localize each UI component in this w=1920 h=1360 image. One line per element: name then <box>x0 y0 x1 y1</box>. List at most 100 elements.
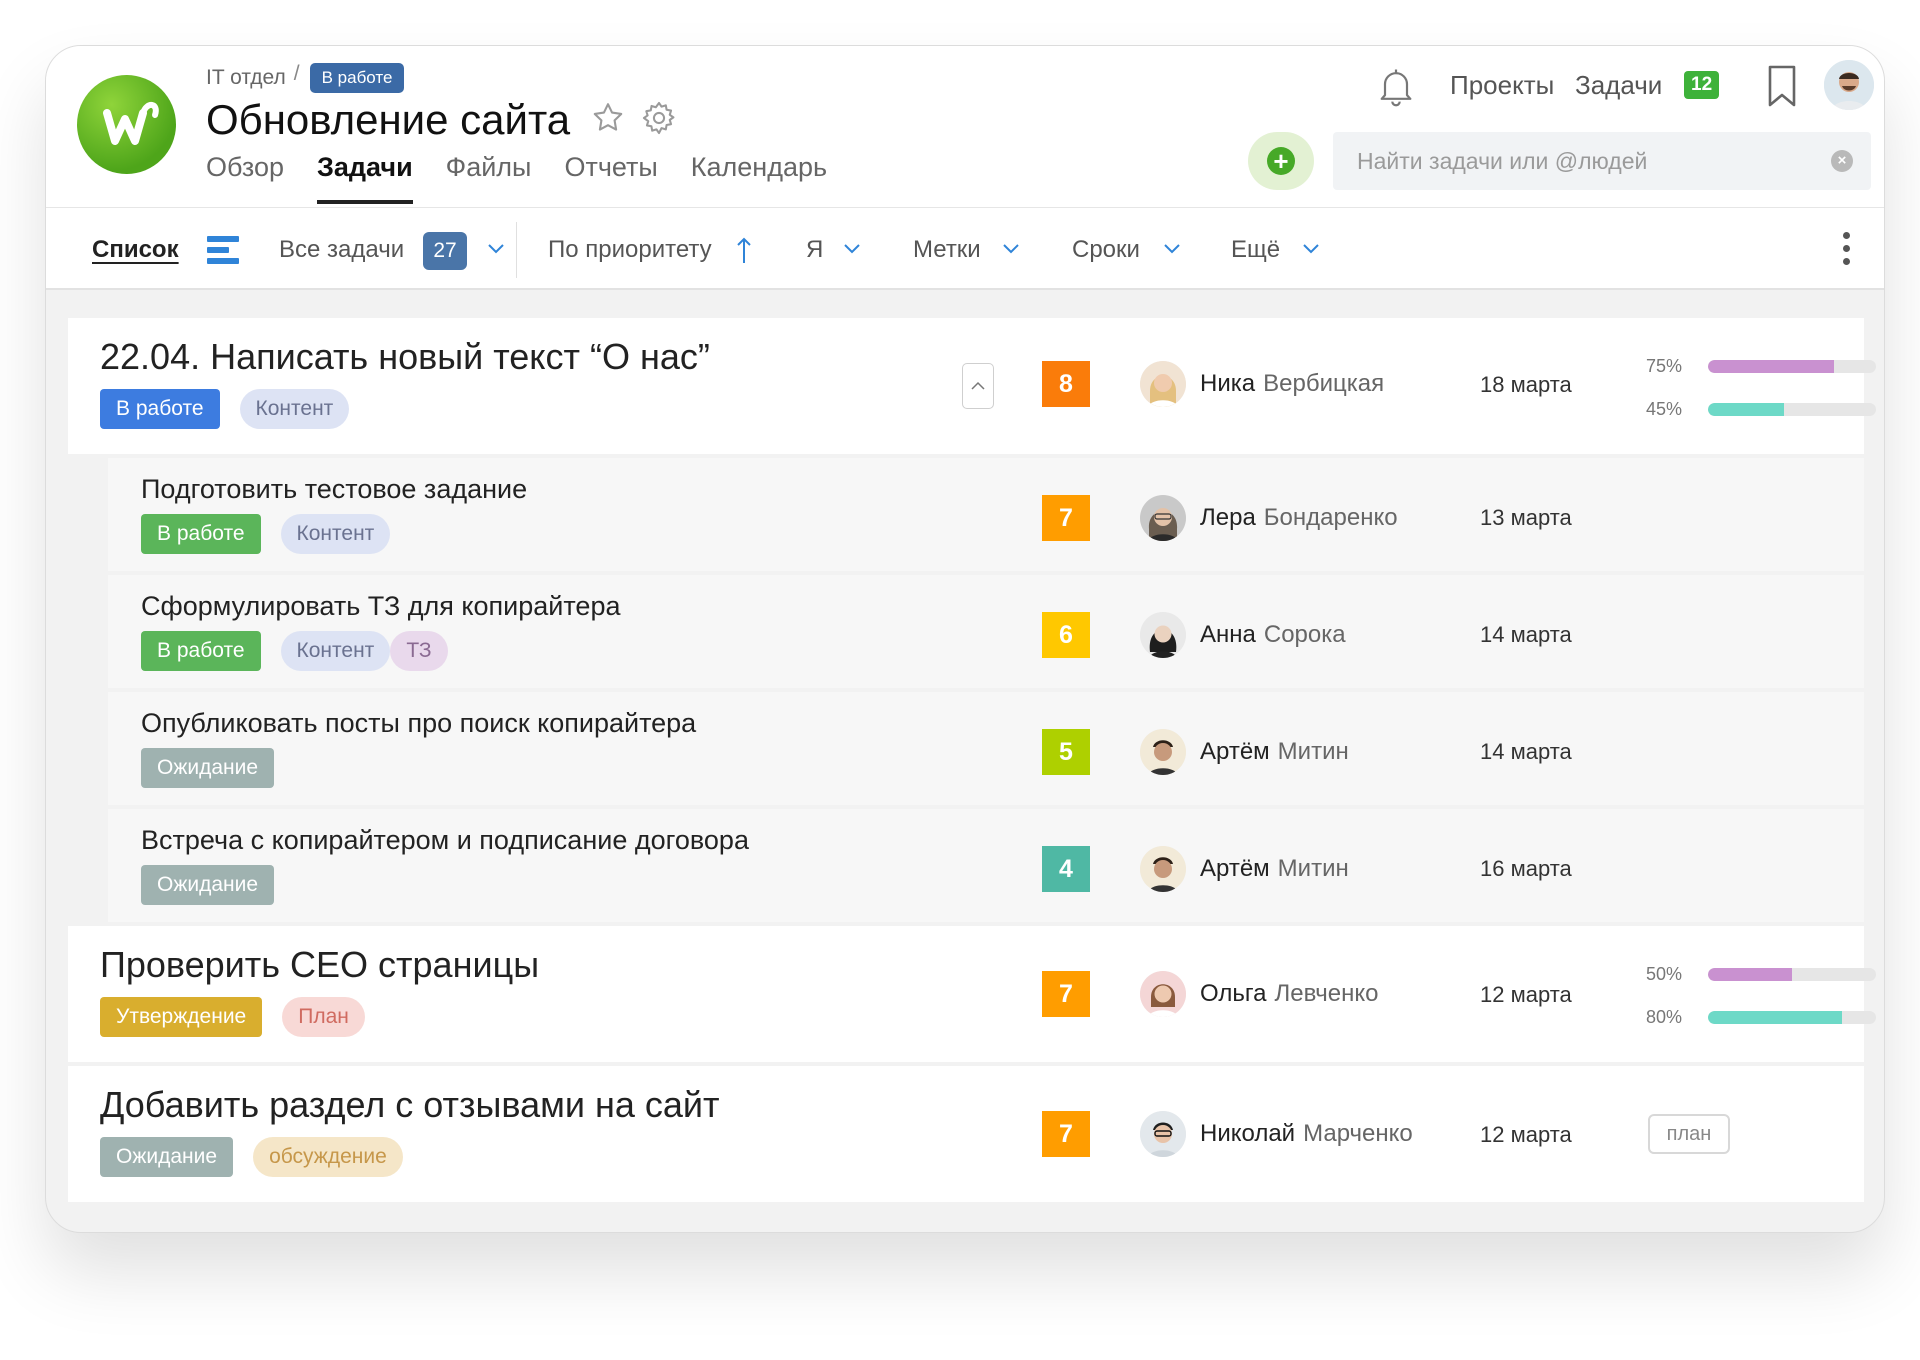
subtask-title[interactable]: Подготовить тестовое задание <box>141 474 527 505</box>
progress-percent: 75% <box>1646 356 1683 376</box>
subtask-title[interactable]: Сформулировать ТЗ для копирайтера <box>141 591 620 622</box>
task-title[interactable]: Добавить раздел с отзывами на сайт <box>100 1084 720 1126</box>
task-row[interactable]: Проверить СЕО страницы Утверждение План … <box>68 926 1876 1062</box>
progress-percent: 45% <box>1646 399 1683 419</box>
tab-calendar[interactable]: Календарь <box>691 152 827 208</box>
avatar <box>1140 846 1186 892</box>
add-task-button[interactable]: + <box>1248 132 1314 190</box>
tag-label[interactable]: Контент <box>280 631 391 671</box>
subtask-row[interactable]: Подготовить тестовое задание В работе Ко… <box>108 458 1864 571</box>
assignee-last-name: Сорока <box>1263 621 1346 648</box>
tab-overview[interactable]: Обзор <box>206 152 284 208</box>
search-input[interactable] <box>1333 132 1803 190</box>
priority-badge[interactable]: 7 <box>1042 971 1090 1017</box>
project-status-badge[interactable]: В работе <box>309 63 405 93</box>
user-avatar[interactable] <box>1824 60 1874 110</box>
chevron-down-icon[interactable] <box>843 242 861 260</box>
priority-badge[interactable]: 6 <box>1042 612 1090 658</box>
collapse-button[interactable] <box>962 363 994 409</box>
tab-files[interactable]: Файлы <box>446 152 532 208</box>
bell-icon[interactable] <box>1374 63 1418 114</box>
tag-label[interactable]: Контент <box>280 514 391 554</box>
status-badge[interactable]: Ожидание <box>141 865 275 905</box>
filter-deadlines[interactable]: Сроки <box>1072 236 1140 264</box>
progress-bar: 45% <box>1646 399 1876 420</box>
task-row[interactable]: Добавить раздел с отзывами на сайт Ожида… <box>68 1066 1864 1202</box>
due-date[interactable]: 13 марта <box>1480 505 1572 531</box>
priority-badge[interactable]: 8 <box>1042 361 1090 407</box>
filter-labels[interactable]: Метки <box>913 236 981 264</box>
toolbar-divider <box>516 222 517 278</box>
tag-label[interactable]: обсуждение <box>253 1137 403 1177</box>
assignee-first-name: Лера <box>1200 504 1256 531</box>
status-badge[interactable]: В работе <box>100 389 220 429</box>
progress-percent: 50% <box>1646 964 1683 984</box>
tag-label[interactable]: План <box>282 997 365 1037</box>
progress-fill <box>1708 360 1834 373</box>
chevron-down-icon[interactable] <box>487 242 505 260</box>
list-view-icon[interactable] <box>207 236 239 269</box>
subtask-title[interactable]: Опубликовать посты про поиск копирайтера <box>141 708 696 739</box>
gear-icon[interactable] <box>640 99 678 142</box>
all-tasks-count: 27 <box>423 232 467 270</box>
sort-priority[interactable]: По приоритету <box>548 236 712 264</box>
due-date[interactable]: 18 марта <box>1480 372 1572 398</box>
assignee[interactable]: Анна Сорока <box>1140 612 1346 658</box>
logo-icon[interactable] <box>77 75 176 174</box>
breadcrumb-parent[interactable]: IT отдел <box>206 66 286 90</box>
nav-projects[interactable]: Проекты <box>1450 70 1554 101</box>
priority-badge[interactable]: 7 <box>1042 1111 1090 1157</box>
title-row: Обновление сайта <box>206 96 678 144</box>
task-title[interactable]: 22.04. Написать новый текст “О нас” <box>100 336 710 378</box>
chevron-down-icon[interactable] <box>1002 242 1020 260</box>
assignee[interactable]: Ника Вербицкая <box>1140 361 1384 407</box>
chevron-down-icon[interactable] <box>1302 242 1320 260</box>
assignee[interactable]: Артём Митин <box>1140 729 1349 775</box>
filter-more[interactable]: Ещё <box>1231 236 1280 264</box>
assignee[interactable]: Николай Марченко <box>1140 1111 1413 1157</box>
plan-label[interactable]: план <box>1648 1114 1730 1154</box>
task-row[interactable]: 22.04. Написать новый текст “О нас” В ра… <box>68 318 1876 454</box>
sort-arrow-up-icon[interactable] <box>737 236 751 269</box>
subtask-row[interactable]: Встреча с копирайтером и подписание дого… <box>108 809 1864 922</box>
due-date[interactable]: 12 марта <box>1480 982 1572 1008</box>
assignee[interactable]: Лера Бондаренко <box>1140 495 1398 541</box>
status-badge[interactable]: В работе <box>141 514 261 554</box>
progress-bar: 75% <box>1646 356 1876 377</box>
filter-me[interactable]: Я <box>806 236 823 264</box>
due-date[interactable]: 16 марта <box>1480 856 1572 882</box>
assignee[interactable]: Артём Митин <box>1140 846 1349 892</box>
due-date[interactable]: 14 марта <box>1480 622 1572 648</box>
avatar <box>1140 971 1186 1017</box>
due-date[interactable]: 12 марта <box>1480 1122 1572 1148</box>
task-tags: В работе Контент <box>100 389 369 429</box>
chevron-down-icon[interactable] <box>1163 242 1181 260</box>
status-badge[interactable]: В работе <box>141 631 261 671</box>
assignee[interactable]: Ольга Левченко <box>1140 971 1378 1017</box>
subtask-tags: Ожидание <box>141 748 294 788</box>
status-badge[interactable]: Ожидание <box>141 748 275 788</box>
star-icon[interactable] <box>590 100 626 141</box>
tag-label[interactable]: Контент <box>239 389 350 429</box>
tab-reports[interactable]: Отчеты <box>564 152 657 208</box>
tag-label[interactable]: ТЗ <box>390 631 448 671</box>
subtask-row[interactable]: Сформулировать ТЗ для копирайтера В рабо… <box>108 575 1864 688</box>
subtask-title[interactable]: Встреча с копирайтером и подписание дого… <box>141 825 749 856</box>
filter-toolbar: Список Все задачи 27 По приоритету Я Мет… <box>46 208 1884 290</box>
priority-badge[interactable]: 7 <box>1042 495 1090 541</box>
due-date[interactable]: 14 марта <box>1480 739 1572 765</box>
view-list-button[interactable]: Список <box>92 236 179 264</box>
more-options-icon[interactable] <box>1843 232 1850 271</box>
status-badge[interactable]: Ожидание <box>100 1137 234 1177</box>
nav-tasks[interactable]: Задачи <box>1575 70 1662 101</box>
search-box: × <box>1333 132 1871 190</box>
bookmark-icon[interactable] <box>1766 64 1798 113</box>
priority-badge[interactable]: 4 <box>1042 846 1090 892</box>
subtask-row[interactable]: Опубликовать посты про поиск копирайтера… <box>108 692 1864 805</box>
task-title[interactable]: Проверить СЕО страницы <box>100 944 539 986</box>
priority-badge[interactable]: 5 <box>1042 729 1090 775</box>
status-badge[interactable]: Утверждение <box>100 997 263 1037</box>
tab-tasks[interactable]: Задачи <box>316 152 413 208</box>
clear-icon[interactable]: × <box>1831 150 1853 172</box>
filter-all-tasks[interactable]: Все задачи <box>279 236 404 264</box>
